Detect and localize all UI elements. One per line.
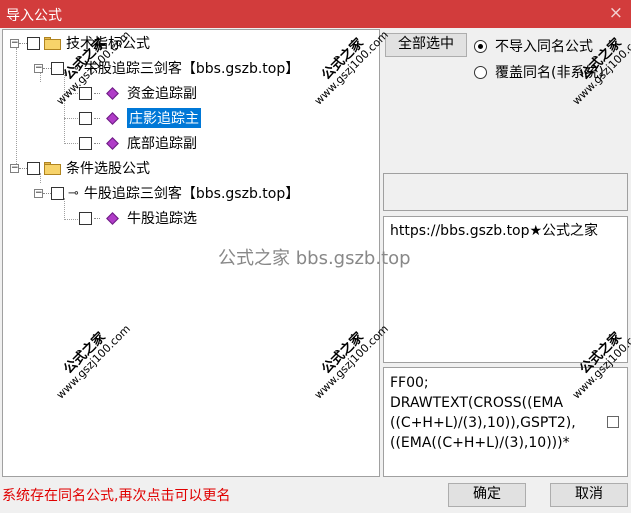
formula-set-label: 牛股追踪三剑客【bbs.gszb.top】 <box>83 186 300 202</box>
tree-group-screening[interactable]: − 条件选股公式 <box>10 158 150 178</box>
item-label: 资金追踪副 <box>127 86 197 102</box>
window-title: 导入公式 <box>6 8 62 24</box>
tree-group-indicators[interactable]: − 技术指标公式 <box>10 33 150 53</box>
radio-label: 不导入同名公式 <box>495 39 593 55</box>
group-checkbox[interactable] <box>27 36 40 50</box>
code-line: FF00; <box>390 375 429 391</box>
radio-overwrite[interactable]: 覆盖同名(非系统) <box>474 62 604 82</box>
formula-icon <box>106 111 119 125</box>
formula-set-checkbox[interactable] <box>51 61 64 75</box>
item-label: 牛股追踪选 <box>127 211 197 227</box>
empty-info-panel <box>383 173 628 211</box>
close-icon[interactable]: × <box>609 3 623 23</box>
key-icon: ⊸ <box>68 60 79 76</box>
collapse-icon[interactable]: − <box>34 188 43 198</box>
code-checkbox[interactable] <box>607 416 619 428</box>
formula-icon <box>106 86 119 100</box>
center-watermark: 公式之家 bbs.gszb.top <box>218 248 411 269</box>
item-checkbox[interactable] <box>79 136 92 150</box>
formula-code-box[interactable]: FF00; DRAWTEXT(CROSS((EMA ((C+H+L)/(3),1… <box>383 367 628 477</box>
formula-set-checkbox[interactable] <box>51 186 64 200</box>
formula-code-text: FF00; DRAWTEXT(CROSS((EMA ((C+H+L)/(3),1… <box>390 373 596 453</box>
code-line: DRAWTEXT(CROSS((EMA <box>390 395 564 411</box>
tree-formula-set[interactable]: − ⊸ 牛股追踪三剑客【bbs.gszb.top】 <box>34 58 299 78</box>
collapse-icon[interactable]: − <box>10 163 19 173</box>
select-all-button[interactable]: 全部选中 <box>385 33 467 57</box>
folder-icon <box>44 161 61 175</box>
item-checkbox[interactable] <box>79 86 92 100</box>
code-line: ((EMA((C+H+L)/(3),10)))* <box>390 435 570 451</box>
cancel-button[interactable]: 取消 <box>550 483 628 507</box>
radio-button[interactable] <box>474 39 487 53</box>
item-checkbox[interactable] <box>79 111 92 125</box>
radio-button[interactable] <box>474 65 487 79</box>
tree-item[interactable]: 底部追踪副 <box>79 133 197 153</box>
item-label: 底部追踪副 <box>127 136 197 152</box>
code-line: ((C+H+L)/(3),10)),GSPT2), <box>390 415 576 431</box>
item-label: 庄影追踪主 <box>127 108 201 128</box>
group-checkbox[interactable] <box>27 161 40 175</box>
tree-group-label: 技术指标公式 <box>66 36 150 52</box>
formula-icon <box>106 136 119 150</box>
description-text: https://bbs.gszb.top★公式之家 <box>390 223 599 239</box>
key-icon: ⊸ <box>68 185 79 201</box>
tree-item[interactable]: 牛股追踪选 <box>79 208 197 228</box>
formula-icon <box>106 211 119 225</box>
folder-icon <box>44 36 61 50</box>
collapse-icon[interactable]: − <box>34 63 43 73</box>
collapse-icon[interactable]: − <box>10 38 19 48</box>
tree-formula-set[interactable]: − ⊸ 牛股追踪三剑客【bbs.gszb.top】 <box>34 183 299 203</box>
tree-group-label: 条件选股公式 <box>66 161 150 177</box>
title-bar: 导入公式 × <box>0 0 631 28</box>
status-message: 系统存在同名公式,再次点击可以更名 <box>2 488 231 504</box>
description-box[interactable]: https://bbs.gszb.top★公式之家 <box>383 216 628 363</box>
tree-item-selected[interactable]: 庄影追踪主 <box>79 108 201 128</box>
radio-label: 覆盖同名(非系统) <box>495 65 604 81</box>
item-checkbox[interactable] <box>79 211 92 225</box>
formula-set-label: 牛股追踪三剑客【bbs.gszb.top】 <box>83 61 300 77</box>
tree-item[interactable]: 资金追踪副 <box>79 83 197 103</box>
radio-skip-duplicates[interactable]: 不导入同名公式 <box>474 36 593 56</box>
ok-button[interactable]: 确定 <box>448 483 526 507</box>
